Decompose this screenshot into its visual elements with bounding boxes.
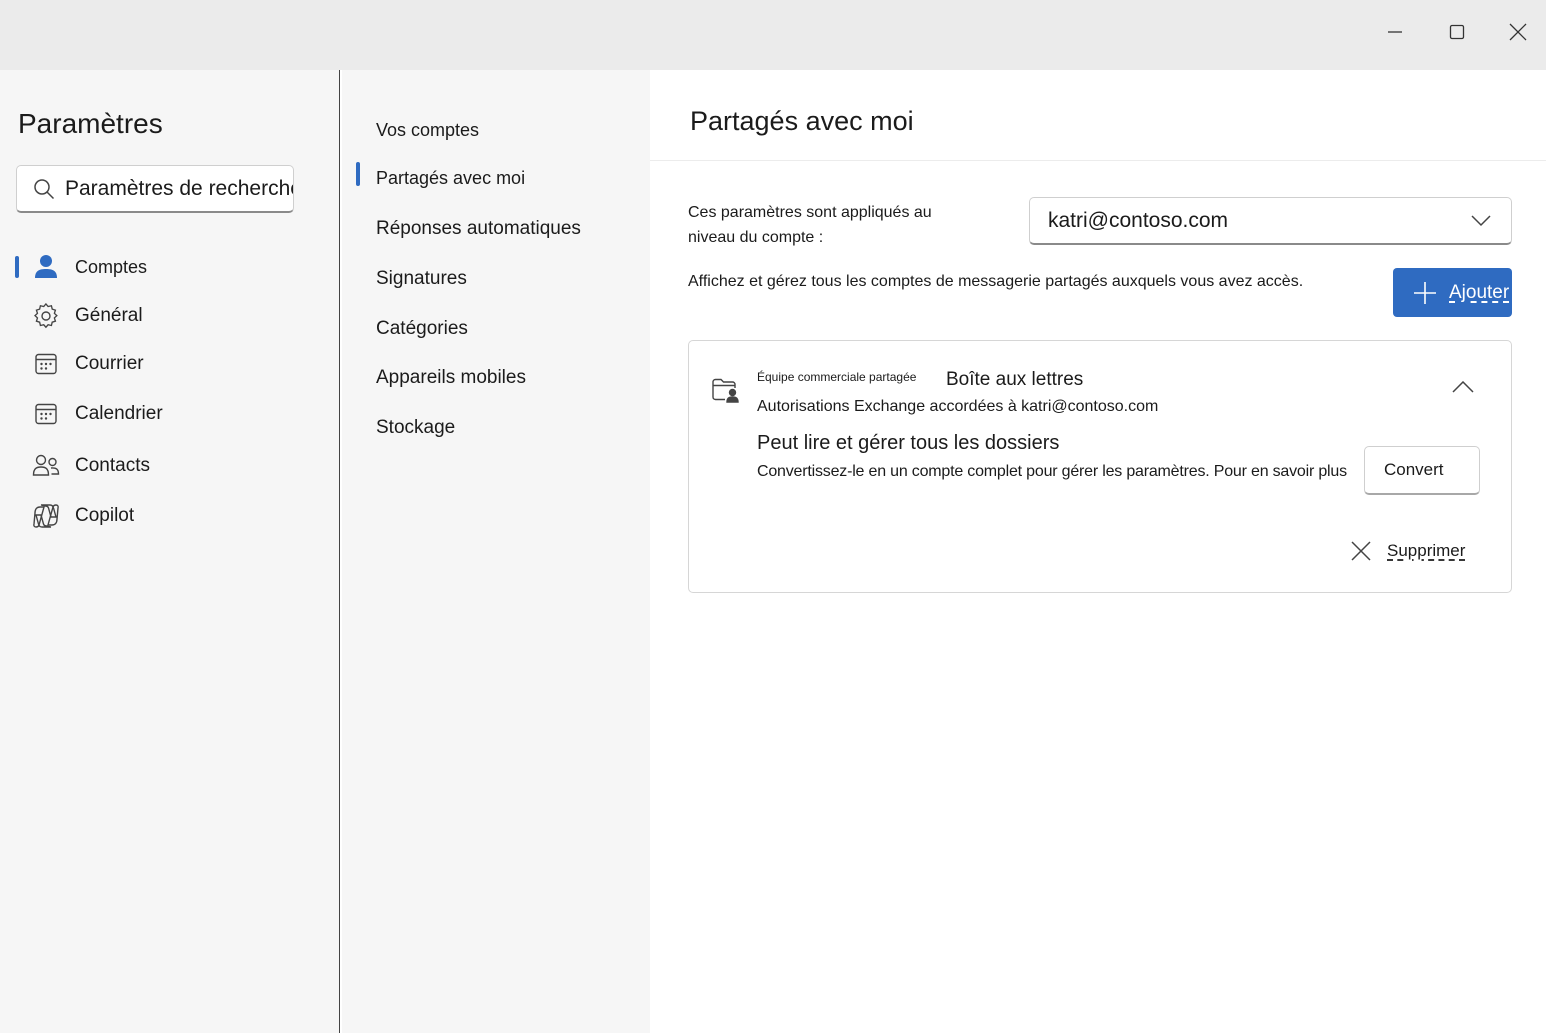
calendar-icon <box>32 350 60 378</box>
title-bar <box>0 0 1546 70</box>
minimize-icon <box>1388 31 1402 33</box>
sidebar-item-contacts[interactable]: Contacts <box>0 444 340 488</box>
close-icon <box>1351 541 1371 561</box>
capability-title: Peut lire et gérer tous les dossiers <box>757 432 1060 454</box>
settings-sidebar: Paramètres Paramètres de recherche Compt… <box>0 70 340 1033</box>
people-icon <box>32 452 60 480</box>
search-icon <box>34 178 55 199</box>
search-placeholder: Paramètres de recherche <box>65 176 294 200</box>
subnav-item-categories[interactable]: Catégories <box>376 318 468 340</box>
selection-indicator <box>15 256 19 278</box>
delete-button-label: Supprimer <box>1387 541 1466 560</box>
sidebar-item-label: Comptes <box>75 256 148 277</box>
chevron-up-icon <box>1452 381 1474 393</box>
subnav-item-vos-comptes[interactable]: Vos comptes <box>376 120 479 141</box>
account-scope-label: Ces paramètres sont appliqués au niveau … <box>688 204 932 246</box>
sidebar-item-general[interactable]: Général <box>0 294 340 338</box>
page-title: Partagés avec moi <box>690 106 914 136</box>
sidebar-item-label: Courrier <box>75 353 144 374</box>
settings-title: Paramètres <box>18 108 163 139</box>
selection-indicator <box>356 162 360 186</box>
convert-button-label: Convert <box>1384 460 1444 479</box>
plus-icon <box>1414 281 1436 304</box>
add-shared-account-button[interactable]: Ajouter <box>1393 268 1512 317</box>
accounts-subnav: Vos comptes Partagés avec moi Réponses a… <box>342 70 650 1033</box>
subnav-item-partages-avec-moi[interactable]: Partagés avec moi <box>376 168 525 189</box>
shared-mailbox-card: Équipe commerciale partagée Boîte aux le… <box>688 340 1512 593</box>
minimize-button[interactable] <box>1375 14 1415 50</box>
sidebar-item-label: Calendrier <box>75 403 163 424</box>
header-divider <box>650 160 1546 161</box>
close-button[interactable] <box>1498 14 1538 50</box>
calendar-icon <box>32 400 60 428</box>
shared-folder-icon <box>711 377 741 408</box>
collapse-card-button[interactable] <box>1449 375 1477 399</box>
add-button-label: Ajouter <box>1449 281 1510 303</box>
settings-search-input[interactable]: Paramètres de recherche <box>16 165 294 213</box>
sidebar-item-label: Général <box>75 305 143 326</box>
convert-account-button[interactable]: Convert <box>1364 446 1480 495</box>
mailbox-name: Équipe commerciale partagée <box>757 370 917 384</box>
subnav-item-stockage[interactable]: Stockage <box>376 417 455 439</box>
settings-content: Partagés avec moi Ces paramètres sont ap… <box>650 70 1546 1033</box>
subnav-item-reponses-automatiques[interactable]: Réponses automatiques <box>376 218 581 240</box>
copilot-icon <box>32 502 60 530</box>
subnav-item-appareils-mobiles[interactable]: Appareils mobiles <box>376 367 526 389</box>
sidebar-item-calendrier[interactable]: Calendrier <box>0 392 340 436</box>
shared-accounts-description: Affichez et gérez tous les comptes de me… <box>688 273 1304 290</box>
sidebar-item-courrier[interactable]: Courrier <box>0 342 340 386</box>
person-icon <box>32 253 60 281</box>
maximize-icon <box>1449 24 1465 40</box>
close-icon <box>1509 23 1527 41</box>
chevron-down-icon <box>1471 215 1491 227</box>
sidebar-item-label: Copilot <box>75 505 135 526</box>
subnav-item-signatures[interactable]: Signatures <box>376 268 467 290</box>
mailbox-type: Boîte aux lettres <box>946 369 1084 390</box>
maximize-button[interactable] <box>1437 14 1477 50</box>
account-dropdown[interactable]: katri@contoso.com <box>1029 197 1512 245</box>
sidebar-item-copilot[interactable]: Copilot <box>0 494 340 538</box>
sidebar-item-label: Contacts <box>75 455 150 476</box>
gear-icon <box>32 302 60 330</box>
capability-description: Convertissez-le en un compte complet pou… <box>757 463 1347 480</box>
delete-shared-account-button[interactable]: Supprimer <box>1351 537 1465 565</box>
sidebar-item-comptes[interactable]: Comptes <box>0 245 340 289</box>
account-dropdown-value: katri@contoso.com <box>1048 208 1229 232</box>
mailbox-permission: Autorisations Exchange accordées à katri… <box>757 398 1159 415</box>
